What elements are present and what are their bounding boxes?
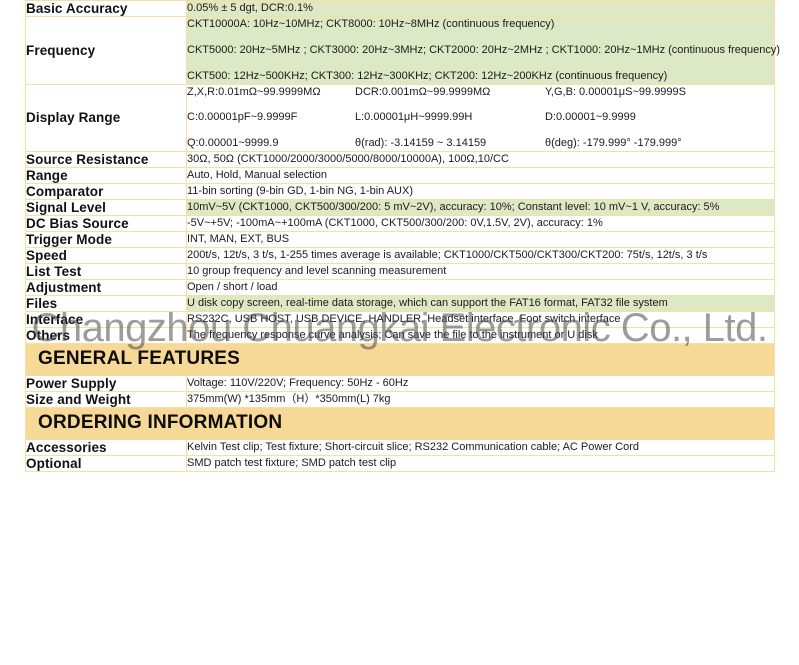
- table-row: Display Range Z,X,R:0.01mΩ~99.9999MΩ DCR:…: [25, 83, 775, 153]
- display-range-zxr: Z,X,R:0.01mΩ~99.9999MΩ: [187, 85, 321, 98]
- row-value-signal-level: 10mV~5V (CKT1000, CKT500/300/200: 5 mV~2…: [186, 199, 775, 217]
- row-label-frequency: Frequency: [25, 16, 187, 85]
- row-label-accessories: Accessories: [25, 439, 187, 457]
- row-label-basic-accuracy: Basic Accuracy: [25, 0, 187, 17]
- row-label-adjustment: Adjustment: [25, 279, 187, 297]
- table-row: Interface RS232C, USB HOST, USB DEVICE, …: [25, 311, 775, 329]
- row-label-dc-bias-source: DC Bias Source: [25, 215, 187, 233]
- row-label-range: Range: [25, 167, 187, 185]
- row-label-source-resistance: Source Resistance: [25, 151, 187, 169]
- row-value-interface: RS232C, USB HOST, USB DEVICE, HANDLER, H…: [186, 311, 775, 329]
- row-value-dc-bias-source: -5V~+5V; -100mA~+100mA (CKT1000, CKT500/…: [186, 215, 775, 233]
- section-header-row: GENERAL FEATURES: [25, 343, 775, 377]
- row-label-interface: Interface: [25, 311, 187, 329]
- table-row: Accessories Kelvin Test clip; Test fixtu…: [25, 439, 775, 457]
- display-range-c: C:0.00001pF~9.9999F: [187, 111, 298, 124]
- table-row: Trigger Mode INT, MAN, EXT, BUS: [25, 231, 775, 249]
- display-range-q: Q:0.00001~9999.9: [187, 137, 279, 150]
- table-row: Adjustment Open / short / load: [25, 279, 775, 297]
- row-value-display-range: Z,X,R:0.01mΩ~99.9999MΩ DCR:0.001mΩ~99.999…: [186, 83, 775, 153]
- row-label-list-test: List Test: [25, 263, 187, 281]
- table-row: Signal Level 10mV~5V (CKT1000, CKT500/30…: [25, 199, 775, 217]
- table-row: Power Supply Voltage: 110V/220V; Frequen…: [25, 375, 775, 393]
- table-row: Basic Accuracy 0.05% ± 5 dgt, DCR:0.1%: [25, 0, 775, 17]
- row-label-power-supply: Power Supply: [25, 375, 187, 393]
- row-value-comparator: 11-bin sorting (9-bin GD, 1-bin NG, 1-bi…: [186, 183, 775, 201]
- table-row: DC Bias Source -5V~+5V; -100mA~+100mA (C…: [25, 215, 775, 233]
- table-row: Source Resistance 30Ω, 50Ω (CKT1000/2000…: [25, 151, 775, 169]
- display-range-dcr: DCR:0.001mΩ~99.9999MΩ: [355, 85, 491, 98]
- row-value-adjustment: Open / short / load: [186, 279, 775, 297]
- specification-table: Basic Accuracy 0.05% ± 5 dgt, DCR:0.1% F…: [25, 0, 781, 473]
- row-value-optional: SMD patch test fixture; SMD patch test c…: [186, 455, 775, 473]
- table-row: List Test 10 group frequency and level s…: [25, 263, 775, 281]
- display-range-theta-rad: θ(rad): -3.14159 ~ 3.14159: [355, 137, 487, 150]
- display-range-d: D:0.00001~9.9999: [545, 111, 636, 124]
- row-label-size-and-weight: Size and Weight: [25, 391, 187, 409]
- frequency-line-3: CKT500: 12Hz~500KHz; CKT300: 12Hz~300KHz…: [187, 69, 668, 82]
- row-label-speed: Speed: [25, 247, 187, 265]
- table-row: Files U disk copy screen, real-time data…: [25, 295, 775, 313]
- display-range-line-3: Q:0.00001~9999.9 θ(rad): -3.14159 ~ 3.141…: [187, 136, 774, 151]
- table-row: Others The frequency response curve anal…: [25, 327, 775, 345]
- row-value-basic-accuracy: 0.05% ± 5 dgt, DCR:0.1%: [186, 0, 775, 17]
- row-value-others: The frequency response curve analysis; C…: [186, 327, 775, 345]
- row-value-files: U disk copy screen, real-time data stora…: [186, 295, 775, 313]
- display-range-l: L:0.00001μH~9999.99H: [355, 111, 473, 124]
- display-range-theta-deg: θ(deg): -179.999° -179.999°: [545, 137, 682, 150]
- section-header-row: ORDERING INFORMATION: [25, 407, 775, 441]
- section-header-general-features: GENERAL FEATURES: [25, 343, 775, 377]
- section-header-ordering-information: ORDERING INFORMATION: [25, 407, 775, 441]
- row-value-range: Auto, Hold, Manual selection: [186, 167, 775, 185]
- row-label-display-range: Display Range: [25, 83, 187, 153]
- row-value-speed: 200t/s, 12t/s, 3 t/s, 1-255 times averag…: [186, 247, 775, 265]
- table-row: Comparator 11-bin sorting (9-bin GD, 1-b…: [25, 183, 775, 201]
- table-row: Size and Weight 375mm(W) *135mm（H）*350mm…: [25, 391, 775, 409]
- row-label-trigger-mode: Trigger Mode: [25, 231, 187, 249]
- row-value-power-supply: Voltage: 110V/220V; Frequency: 50Hz - 60…: [186, 375, 775, 393]
- table-row: Frequency CKT10000A: 10Hz~10MHz; CKT8000…: [25, 16, 781, 85]
- display-range-line-1: Z,X,R:0.01mΩ~99.9999MΩ DCR:0.001mΩ~99.999…: [187, 85, 774, 100]
- row-value-trigger-mode: INT, MAN, EXT, BUS: [186, 231, 775, 249]
- table-row: Range Auto, Hold, Manual selection: [25, 167, 775, 185]
- row-label-comparator: Comparator: [25, 183, 187, 201]
- row-value-frequency: CKT10000A: 10Hz~10MHz; CKT8000: 10Hz~8MH…: [186, 16, 781, 85]
- row-label-signal-level: Signal Level: [25, 199, 187, 217]
- row-value-list-test: 10 group frequency and level scanning me…: [186, 263, 775, 281]
- frequency-line-1: CKT10000A: 10Hz~10MHz; CKT8000: 10Hz~8MH…: [187, 18, 555, 30]
- row-value-source-resistance: 30Ω, 50Ω (CKT1000/2000/3000/5000/8000/10…: [186, 151, 775, 169]
- frequency-line-2: CKT5000: 20Hz~5MHz ; CKT3000: 20Hz~3MHz;…: [187, 43, 781, 56]
- display-range-ygb: Y,G,B: 0.00001μS~99.9999S: [545, 85, 686, 98]
- table-row: Optional SMD patch test fixture; SMD pat…: [25, 455, 775, 473]
- table-row: Speed 200t/s, 12t/s, 3 t/s, 1-255 times …: [25, 247, 775, 265]
- row-label-optional: Optional: [25, 455, 187, 473]
- spec-sheet: Basic Accuracy 0.05% ± 5 dgt, DCR:0.1% F…: [0, 0, 799, 665]
- row-label-files: Files: [25, 295, 187, 313]
- row-value-accessories: Kelvin Test clip; Test fixture; Short-ci…: [186, 439, 775, 457]
- row-value-size-and-weight: 375mm(W) *135mm（H）*350mm(L) 7kg: [186, 391, 775, 409]
- display-range-line-2: C:0.00001pF~9.9999F L:0.00001μH~9999.99H D…: [187, 110, 774, 125]
- row-label-others: Others: [25, 327, 187, 345]
